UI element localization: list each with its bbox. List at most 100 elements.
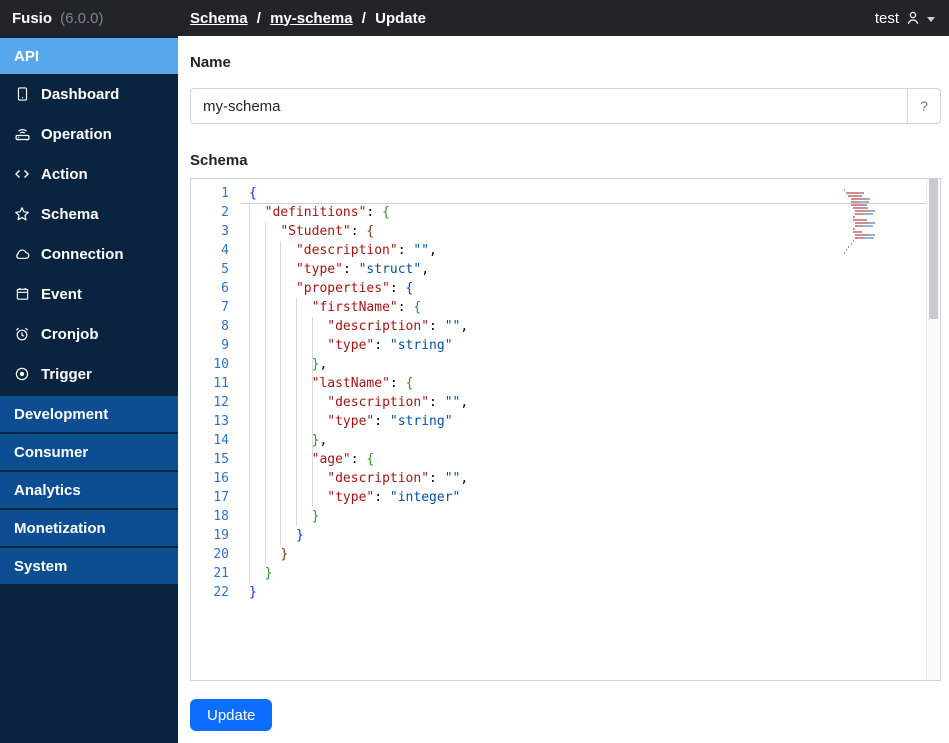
sidebar-group-consumer[interactable]: Consumer [0,434,178,470]
line-number: 5 [221,262,229,277]
sidebar-group-label: Monetization [14,519,106,537]
sidebar-group-monetization[interactable]: Monetization [0,510,178,546]
breadcrumb-separator: / [256,9,261,27]
code-line: "description": "", [327,471,469,486]
sidebar-item-label: Connection [41,245,124,263]
sidebar-item-trigger[interactable]: Trigger [0,354,178,394]
line-number: 11 [213,376,229,391]
sidebar-group-analytics[interactable]: Analytics [0,472,178,508]
line-number: 13 [213,414,229,429]
line-number: 20 [213,547,229,562]
code-line: } [249,585,257,600]
cloud-icon [12,246,32,262]
name-input-group: ? [190,88,941,124]
sidebar-item-operation[interactable]: Operation [0,114,178,154]
code-line: "description": "", [295,243,437,258]
name-help-button[interactable]: ? [907,88,941,124]
sidebar-item-cronjob[interactable]: Cronjob [0,314,178,354]
tablet-icon [12,86,32,102]
main-content: Name ? Schema 12345678910111213141516171… [178,36,949,743]
brand-name: Fusio [12,9,52,27]
sidebar-group-label: Development [14,405,109,423]
sidebar-item-label: Trigger [41,365,92,383]
sidebar-item-label: Action [41,165,88,183]
code-line: "properties": { [295,281,414,296]
indent-guide [311,317,313,507]
code-line: "lastName": { [311,376,414,391]
sidebar-item-label: Schema [41,205,99,223]
sidebar-item-label: Dashboard [41,85,120,103]
sidebar-group-label: System [14,557,68,575]
user-name: test [874,9,899,27]
top-navbar: Fusio (6.0.0) Schema / my-schema / Updat… [0,0,949,36]
sidebar: API Dashboard Operation Action Schema Co… [0,36,178,743]
sidebar-item-action[interactable]: Action [0,154,178,194]
breadcrumb-my-schema-link[interactable]: my-schema [270,10,353,27]
code-line: "type": "struct", [295,262,430,277]
editor-code[interactable]: { "definitions": { "Student": { "descrip… [249,184,926,602]
indent-guide [295,298,297,526]
code-line: "description": "", [327,395,469,410]
line-number: 18 [213,509,229,524]
code-line: } [264,566,273,581]
code-line: }, [311,357,328,372]
line-number: 22 [213,585,229,600]
editor-gutter: 1 2 3 4 5 6 7 8 9 10 11 12 13 14 15 16 17 18 19 20 21 22 [191,184,241,602]
schema-code-editor[interactable]: 1 2 3 4 5 6 7 8 9 10 11 12 13 14 15 16 17 18 19 20 21 22 { "d… [190,178,941,681]
line-number: 7 [221,300,229,315]
line-number: 14 [213,433,229,448]
code-line: }, [311,433,328,448]
code-line: "type": "integer" [327,490,461,505]
code-line: "description": "", [327,319,469,334]
line-number: 15 [213,452,229,467]
brand-version: (6.0.0) [60,9,104,27]
user-menu[interactable]: test [875,10,935,27]
line-number: 4 [221,243,229,258]
line-number: 3 [221,224,229,239]
editor-scrollbar[interactable] [926,179,940,680]
sidebar-group-api[interactable]: API [0,38,178,74]
indent-guide [280,241,282,545]
brand-link[interactable]: Fusio (6.0.0) [12,10,104,27]
sidebar-group-label: Consumer [14,443,89,461]
breadcrumb-current-page: Update [375,9,426,27]
sidebar-item-label: Operation [41,125,112,143]
line-number: 8 [221,319,229,334]
sidebar-item-schema[interactable]: Schema [0,194,178,234]
line-number: 1 [221,186,229,201]
line-number: 12 [213,395,229,410]
breadcrumb-schema-link[interactable]: Schema [190,10,248,27]
name-input[interactable] [190,88,907,124]
sidebar-item-event[interactable]: Event [0,274,178,314]
code-line: } [280,547,289,562]
editor-scrollbar-thumb[interactable] [929,179,938,319]
sidebar-item-connection[interactable]: Connection [0,234,178,274]
editor-minimap[interactable] [844,182,926,254]
breadcrumb: Schema / my-schema / Update [190,10,426,27]
code-line: "Student": { [280,224,375,239]
sidebar-group-development[interactable]: Development [0,396,178,432]
line-number: 16 [213,471,229,486]
line-number: 2 [221,205,229,220]
line-number: 6 [221,281,229,296]
sidebar-item-dashboard[interactable]: Dashboard [0,74,178,114]
breadcrumb-separator: / [361,9,366,27]
line-number: 9 [221,338,229,353]
code-line: } [295,528,304,543]
line-number: 17 [213,490,229,505]
person-icon [907,11,919,24]
sidebar-group-system[interactable]: System [0,548,178,584]
schema-label: Schema [190,152,248,169]
code-line: "type": "string" [327,414,453,429]
code-line: } [311,509,320,524]
app-window: Fusio (6.0.0) Schema / my-schema / Updat… [0,0,949,743]
sidebar-group-label: Analytics [14,481,81,499]
code-icon [12,166,32,182]
code-line: "firstName": { [311,300,422,315]
sidebar-item-label: Cronjob [41,325,99,343]
router-icon [12,126,32,142]
line-number: 21 [213,566,229,581]
line-number: 19 [213,528,229,543]
code-line: { [249,186,257,201]
update-button[interactable]: Update [190,699,273,731]
